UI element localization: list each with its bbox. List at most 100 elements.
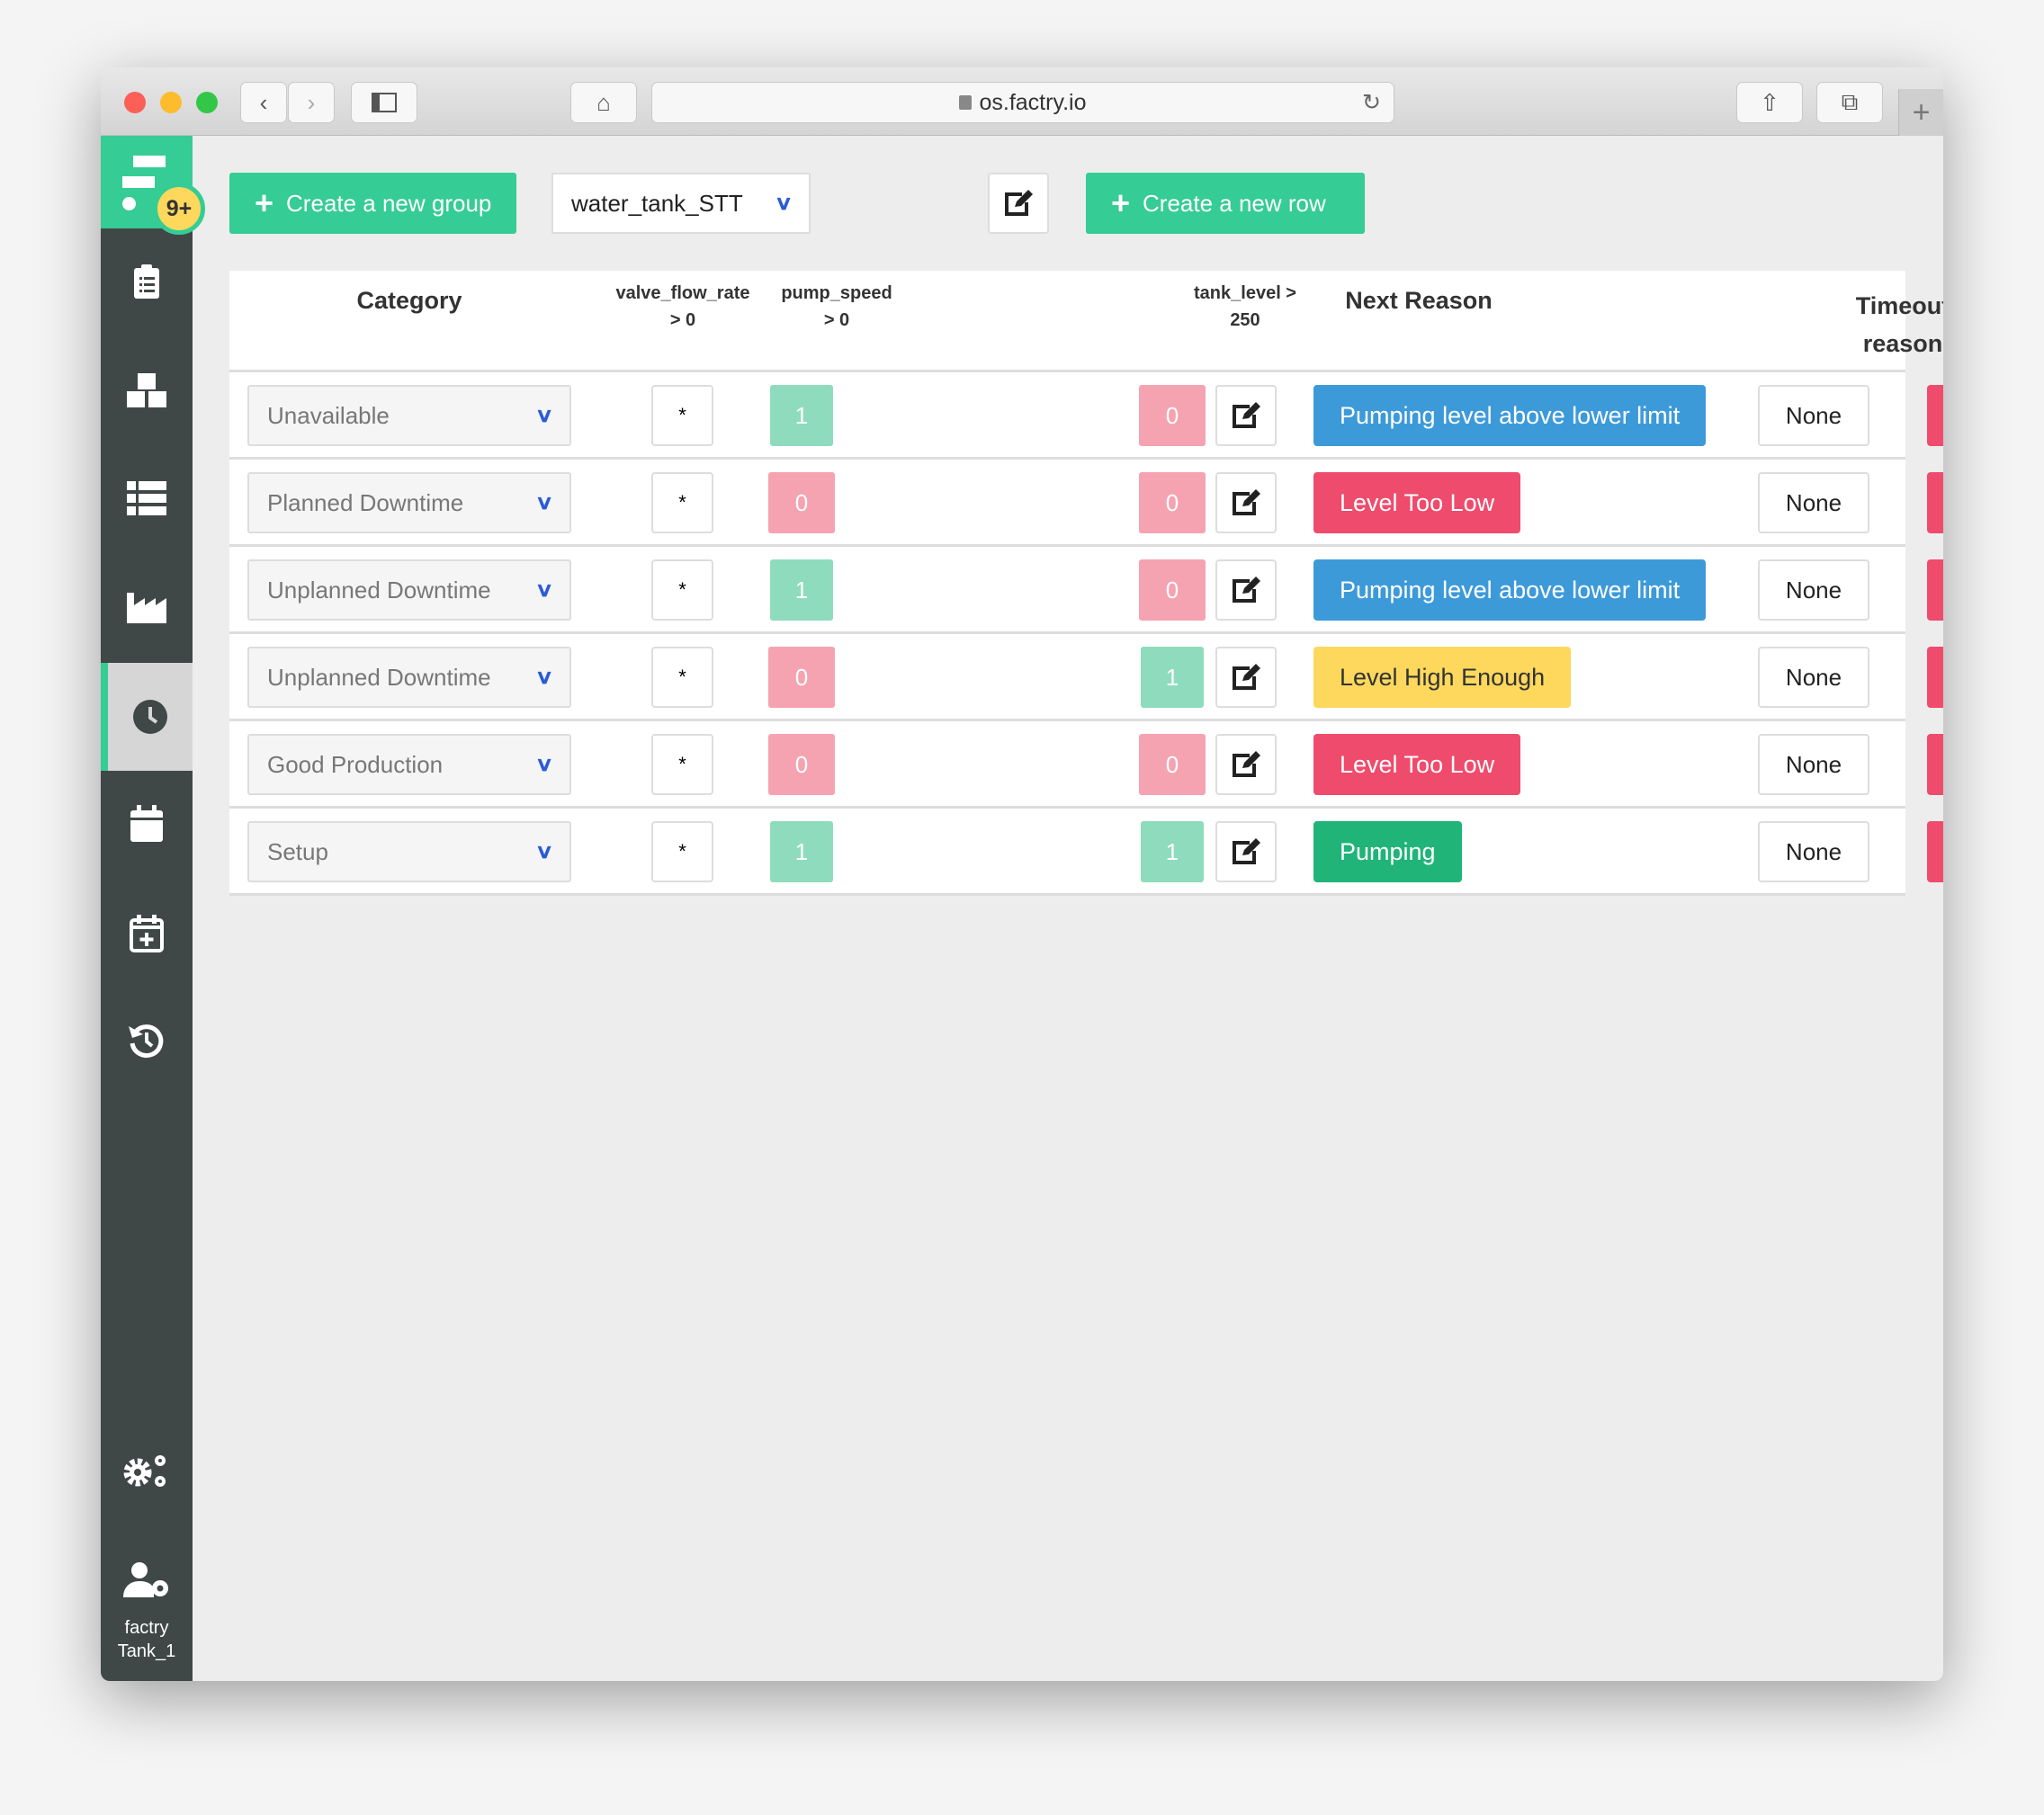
- logo[interactable]: 9+: [101, 136, 205, 235]
- next-reason-button[interactable]: Level Too Low: [1313, 734, 1521, 795]
- sidebar-item-factory[interactable]: [101, 579, 193, 633]
- notification-badge[interactable]: 9+: [153, 183, 205, 235]
- timeout-reason-button[interactable]: None: [1758, 821, 1869, 882]
- calendar-plus-icon: [130, 915, 164, 952]
- pump-speed-cell[interactable]: 1: [770, 821, 833, 882]
- timeout-reason-button[interactable]: None: [1758, 647, 1869, 708]
- group-select-value: water_tank_STT: [571, 189, 743, 217]
- sidebar-toggle-button[interactable]: [351, 82, 417, 123]
- delete-row-button[interactable]: [1927, 472, 1943, 533]
- sidebar-item-boxes[interactable]: [101, 363, 193, 417]
- valve-flow-rate-cell[interactable]: *: [651, 734, 713, 795]
- create-row-button[interactable]: + Create a new row: [1086, 173, 1365, 234]
- sidebar-item-list[interactable]: [101, 471, 193, 525]
- sidebar-item-user-settings[interactable]: [101, 1553, 193, 1607]
- close-window-button[interactable]: [124, 92, 146, 113]
- valve-flow-rate-cell[interactable]: *: [651, 385, 713, 446]
- sidebar-item-settings[interactable]: [101, 1444, 193, 1498]
- delete-row-button[interactable]: [1927, 821, 1943, 882]
- category-select[interactable]: Unplanned Downtime ∨: [247, 647, 571, 708]
- category-select[interactable]: Setup ∨: [247, 821, 571, 882]
- valve-flow-rate-cell[interactable]: *: [651, 647, 713, 708]
- cogs-icon: [123, 1455, 166, 1487]
- pump-speed-cell[interactable]: 0: [768, 647, 835, 708]
- header-line: valve_flow_rate: [615, 283, 750, 303]
- share-icon: ⇧: [1760, 88, 1780, 116]
- tank-level-cell[interactable]: 1: [1141, 647, 1204, 708]
- category-value: Unplanned Downtime: [267, 576, 491, 604]
- header-line: > 0: [669, 310, 696, 330]
- plus-icon: +: [1111, 184, 1131, 221]
- edit-icon: [1233, 402, 1260, 428]
- sidebar-item-clock[interactable]: [101, 663, 193, 771]
- edit-row-button[interactable]: [1215, 821, 1277, 882]
- delete-row-button[interactable]: [1927, 734, 1943, 795]
- create-group-button[interactable]: + Create a new group: [229, 173, 517, 234]
- edit-row-button[interactable]: [1215, 472, 1277, 533]
- user-tank: Tank_1: [117, 1641, 176, 1661]
- pump-speed-cell[interactable]: 1: [770, 559, 833, 621]
- category-value: Setup: [267, 837, 328, 865]
- chevron-left-icon: ‹: [259, 88, 268, 116]
- edit-row-button[interactable]: [1215, 734, 1277, 795]
- header-line: reason: [1862, 330, 1943, 357]
- next-reason-button[interactable]: Pumping level above lower limit: [1313, 559, 1707, 621]
- new-tab-button[interactable]: +: [1898, 89, 1943, 136]
- maximize-window-button[interactable]: [196, 92, 218, 113]
- calendar-icon: [130, 805, 163, 842]
- valve-flow-rate-cell[interactable]: *: [651, 559, 713, 621]
- address-bar[interactable]: os.factry.io ↻: [651, 82, 1394, 123]
- timeout-reason-button[interactable]: None: [1758, 472, 1869, 533]
- tabs-overview-button[interactable]: ⧉: [1816, 82, 1883, 123]
- delete-row-button[interactable]: [1927, 647, 1943, 708]
- valve-flow-rate-cell[interactable]: *: [651, 821, 713, 882]
- back-button[interactable]: ‹: [240, 82, 287, 123]
- title-bar: ‹ › ⌂ os.factry.io ↻ ⇧ ⧉ +: [101, 67, 1943, 136]
- next-reason-button[interactable]: Level High Enough: [1313, 647, 1572, 708]
- home-button[interactable]: ⌂: [570, 82, 637, 123]
- sidebar-item-calendar[interactable]: [101, 797, 193, 851]
- sidebar-icon: [372, 93, 397, 112]
- tank-level-cell[interactable]: 0: [1139, 472, 1206, 533]
- timeout-reason-button[interactable]: None: [1758, 559, 1869, 621]
- browser-window: ‹ › ⌂ os.factry.io ↻ ⇧ ⧉ + 9+ factry Tan…: [101, 67, 1943, 1681]
- timeout-reason-button[interactable]: None: [1758, 385, 1869, 446]
- pump-speed-cell[interactable]: 0: [768, 472, 835, 533]
- sidebar-item-clipboard[interactable]: [101, 255, 193, 308]
- edit-group-button[interactable]: [988, 173, 1049, 234]
- clock-icon: [133, 700, 167, 734]
- table-row: Good Production ∨ * 0 0 Level Too Low None: [229, 721, 1943, 809]
- valve-flow-rate-cell[interactable]: *: [651, 472, 713, 533]
- edit-row-button[interactable]: [1215, 559, 1277, 621]
- category-select[interactable]: Planned Downtime ∨: [247, 472, 571, 533]
- tank-level-cell[interactable]: 0: [1139, 734, 1206, 795]
- group-select[interactable]: water_tank_STT ∨: [551, 173, 811, 234]
- tank-level-cell[interactable]: 0: [1139, 385, 1206, 446]
- tank-level-cell[interactable]: 1: [1141, 821, 1204, 882]
- table-header: Category valve_flow_rate > 0 pump_speed > …: [229, 271, 1943, 372]
- forward-button[interactable]: ›: [288, 82, 335, 123]
- edit-row-button[interactable]: [1215, 647, 1277, 708]
- header-valve-flow-rate: valve_flow_rate > 0: [611, 280, 755, 334]
- share-button[interactable]: ⇧: [1736, 82, 1803, 123]
- category-select[interactable]: Unplanned Downtime ∨: [247, 559, 571, 621]
- table-body: Unavailable ∨ * 1 0 Pumping level above lower…: [229, 372, 1943, 896]
- category-select[interactable]: Unavailable ∨: [247, 385, 571, 446]
- delete-row-button[interactable]: [1927, 559, 1943, 621]
- minimize-window-button[interactable]: [160, 92, 182, 113]
- category-select[interactable]: Good Production ∨: [247, 734, 571, 795]
- edit-row-button[interactable]: [1215, 385, 1277, 446]
- next-reason-button[interactable]: Level Too Low: [1313, 472, 1521, 533]
- sidebar-item-history[interactable]: [101, 1014, 193, 1068]
- next-reason-button[interactable]: Pumping: [1313, 821, 1462, 882]
- table-row: Unplanned Downtime ∨ * 1 0 Pumping level abov…: [229, 547, 1943, 634]
- pump-speed-cell[interactable]: 0: [768, 734, 835, 795]
- delete-row-button[interactable]: [1927, 385, 1943, 446]
- tank-level-cell[interactable]: 0: [1139, 559, 1206, 621]
- timeout-reason-button[interactable]: None: [1758, 734, 1869, 795]
- category-value: Good Production: [267, 750, 444, 778]
- next-reason-button[interactable]: Pumping level above lower limit: [1313, 385, 1707, 446]
- table-row: Unplanned Downtime ∨ * 0 1 Level High Enough N…: [229, 634, 1943, 721]
- pump-speed-cell[interactable]: 1: [770, 385, 833, 446]
- sidebar-item-calendar-add[interactable]: [101, 907, 193, 961]
